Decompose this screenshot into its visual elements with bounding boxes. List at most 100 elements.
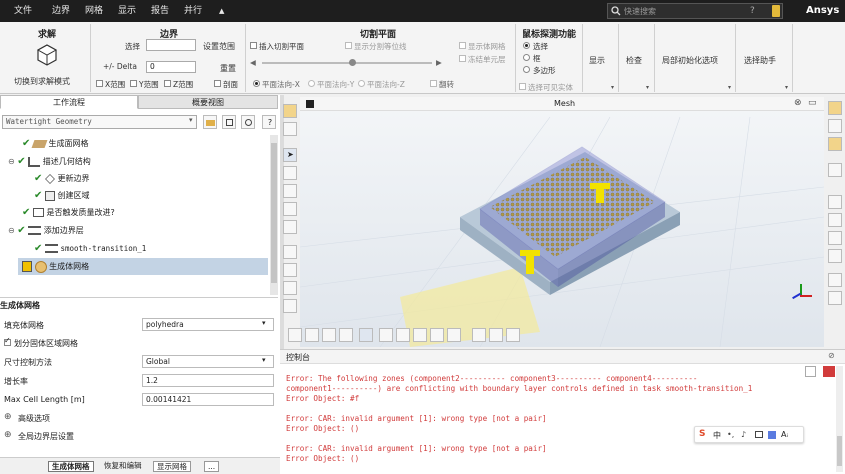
punctuation-icon[interactable]: •, [727, 430, 734, 439]
chevron-down-icon[interactable]: ▾ [189, 116, 193, 124]
zoom-icon[interactable] [283, 202, 297, 216]
select-face-icon[interactable] [359, 328, 373, 342]
tree-item-selected[interactable]: 生成体网格 [18, 258, 268, 275]
search-input[interactable]: 快速搜索 [624, 4, 656, 19]
normal-x-radio[interactable] [253, 80, 260, 87]
grid-icon[interactable] [447, 328, 461, 342]
search-box[interactable]: 快速搜索 [607, 3, 783, 19]
console-clear-icon[interactable] [805, 366, 816, 377]
revert-edit-button[interactable]: 恢复和编辑 [104, 461, 142, 471]
select-helper-button[interactable]: 选择助手 [744, 55, 776, 66]
z-range-checkbox[interactable] [164, 80, 171, 87]
tree-item[interactable]: ✔ smooth-transition_1 [34, 240, 146, 257]
nodes-icon[interactable] [413, 328, 427, 342]
global-bl-row[interactable]: ⊕ 全局边界层设置 [0, 428, 278, 446]
display-button[interactable]: 显示 [589, 55, 605, 66]
clip-slider-track[interactable] [262, 62, 432, 64]
camera-icon[interactable] [828, 249, 842, 263]
ime-lang-button[interactable]: 中 [713, 430, 721, 441]
sogou-icon[interactable]: S [699, 429, 705, 439]
link-icon[interactable] [472, 328, 486, 342]
tab-workflow[interactable]: 工作流程 [0, 95, 138, 109]
select-field[interactable] [146, 39, 196, 51]
annotate-icon[interactable] [828, 119, 842, 133]
slider-right-icon[interactable]: ▶ [436, 58, 442, 67]
image-icon[interactable] [828, 231, 842, 245]
check-button[interactable]: 检查 [626, 55, 642, 66]
select-helper-dropdown-icon[interactable]: ▾ [785, 84, 788, 91]
advanced-row[interactable]: ⊕ 高级选项 [0, 410, 278, 428]
maximize-icon[interactable]: ▭ [808, 98, 817, 108]
delta-input[interactable]: 0 [146, 61, 196, 73]
fit-view-icon[interactable] [283, 104, 297, 118]
show-mesh-button[interactable]: 显示网格 [153, 461, 191, 472]
highlight-icon[interactable] [828, 101, 842, 115]
local-init-button[interactable]: 局部初始化选项 [662, 55, 718, 66]
console-scrollbar[interactable] [836, 366, 843, 472]
switch-solve-icon[interactable] [36, 44, 58, 66]
tab-outline[interactable]: 概要视图 [138, 95, 278, 109]
menu-mesh[interactable]: 网格 [85, 0, 103, 22]
undo-icon[interactable] [828, 163, 842, 177]
ai-button[interactable]: Aᵢ [781, 430, 788, 439]
normal-z-radio[interactable] [358, 80, 365, 87]
axes-icon[interactable] [288, 328, 302, 342]
record-icon[interactable] [828, 291, 842, 305]
console-panel[interactable]: 控制台 ⊘ Error: The following zones (compon… [280, 349, 845, 474]
paint-icon[interactable] [489, 328, 503, 342]
console-stop-icon[interactable] [823, 366, 835, 377]
solid-region-checkbox[interactable]: ✓ [4, 336, 11, 346]
check-dropdown-icon[interactable]: ▾ [646, 84, 649, 91]
normal-y-radio[interactable] [308, 80, 315, 87]
menu-report[interactable]: 报告 [151, 0, 169, 22]
skin-icon[interactable] [768, 431, 776, 439]
probe-select-radio[interactable] [523, 42, 530, 49]
layers-icon[interactable] [283, 122, 297, 136]
license-icon[interactable] [772, 5, 780, 17]
fill-mesh-select[interactable]: polyhedra [142, 318, 274, 331]
size-method-select[interactable]: Global [142, 355, 274, 368]
flip-checkbox[interactable] [430, 80, 437, 87]
select-visible-checkbox[interactable] [519, 83, 526, 90]
mic-icon[interactable]: ♪ [741, 430, 746, 439]
chevron-down-icon[interactable]: ▾ [262, 319, 266, 327]
help-icon[interactable]: ? [750, 0, 755, 22]
expand-icon[interactable]: ⊕ [4, 430, 12, 440]
graphics-viewport[interactable] [300, 97, 824, 347]
local-init-dropdown-icon[interactable]: ▾ [728, 84, 731, 91]
x-range-checkbox[interactable] [96, 80, 103, 87]
refresh-icon[interactable] [241, 115, 255, 129]
expand-icon[interactable]: ⊕ [4, 412, 12, 422]
save-icon[interactable] [222, 115, 236, 129]
bulb-icon[interactable] [828, 137, 842, 151]
console-close-icon[interactable]: ⊘ [828, 351, 835, 360]
cube-icon[interactable] [379, 328, 393, 342]
zoom-out-icon[interactable] [283, 281, 297, 295]
probe-poly-radio[interactable] [523, 66, 530, 73]
slider-left-icon[interactable]: ◀ [250, 58, 256, 67]
measure-icon[interactable] [430, 328, 444, 342]
show-mesh-checkbox[interactable] [459, 42, 466, 49]
face-icon[interactable] [339, 328, 353, 342]
switch-solve-button[interactable]: 切换到求解模式 [14, 76, 70, 87]
show-boundary-checkbox[interactable] [345, 42, 352, 49]
tree-item[interactable]: ⊖ ✔ 描述几何结构 [8, 153, 91, 170]
close-view-icon[interactable]: ⊗ [794, 98, 802, 108]
section-checkbox[interactable] [214, 80, 221, 87]
tree-item[interactable]: ✔ 创建区域 [34, 187, 89, 204]
help-circle-icon[interactable]: ? [262, 115, 276, 129]
y-range-checkbox[interactable] [130, 80, 137, 87]
chevron-down-icon[interactable]: ▾ [262, 356, 266, 364]
rotate-icon[interactable] [283, 166, 297, 180]
collapse-ribbon-icon[interactable]: ▲ [219, 0, 224, 22]
generate-mesh-button[interactable]: 生成体网格 [48, 461, 94, 472]
zoom-box-icon[interactable] [283, 220, 297, 234]
cube-alt-icon[interactable] [396, 328, 410, 342]
tree-item[interactable]: ✔ 生成面网格 [22, 135, 88, 152]
menu-file[interactable]: 文件 [14, 0, 32, 22]
more-button[interactable]: ... [204, 461, 220, 472]
probe-box-radio[interactable] [523, 54, 530, 61]
zoom-in-icon[interactable] [283, 263, 297, 277]
insert-clip-checkbox[interactable] [250, 42, 257, 49]
tree-item[interactable]: ⊖ ✔ 添加边界层 [8, 222, 84, 239]
